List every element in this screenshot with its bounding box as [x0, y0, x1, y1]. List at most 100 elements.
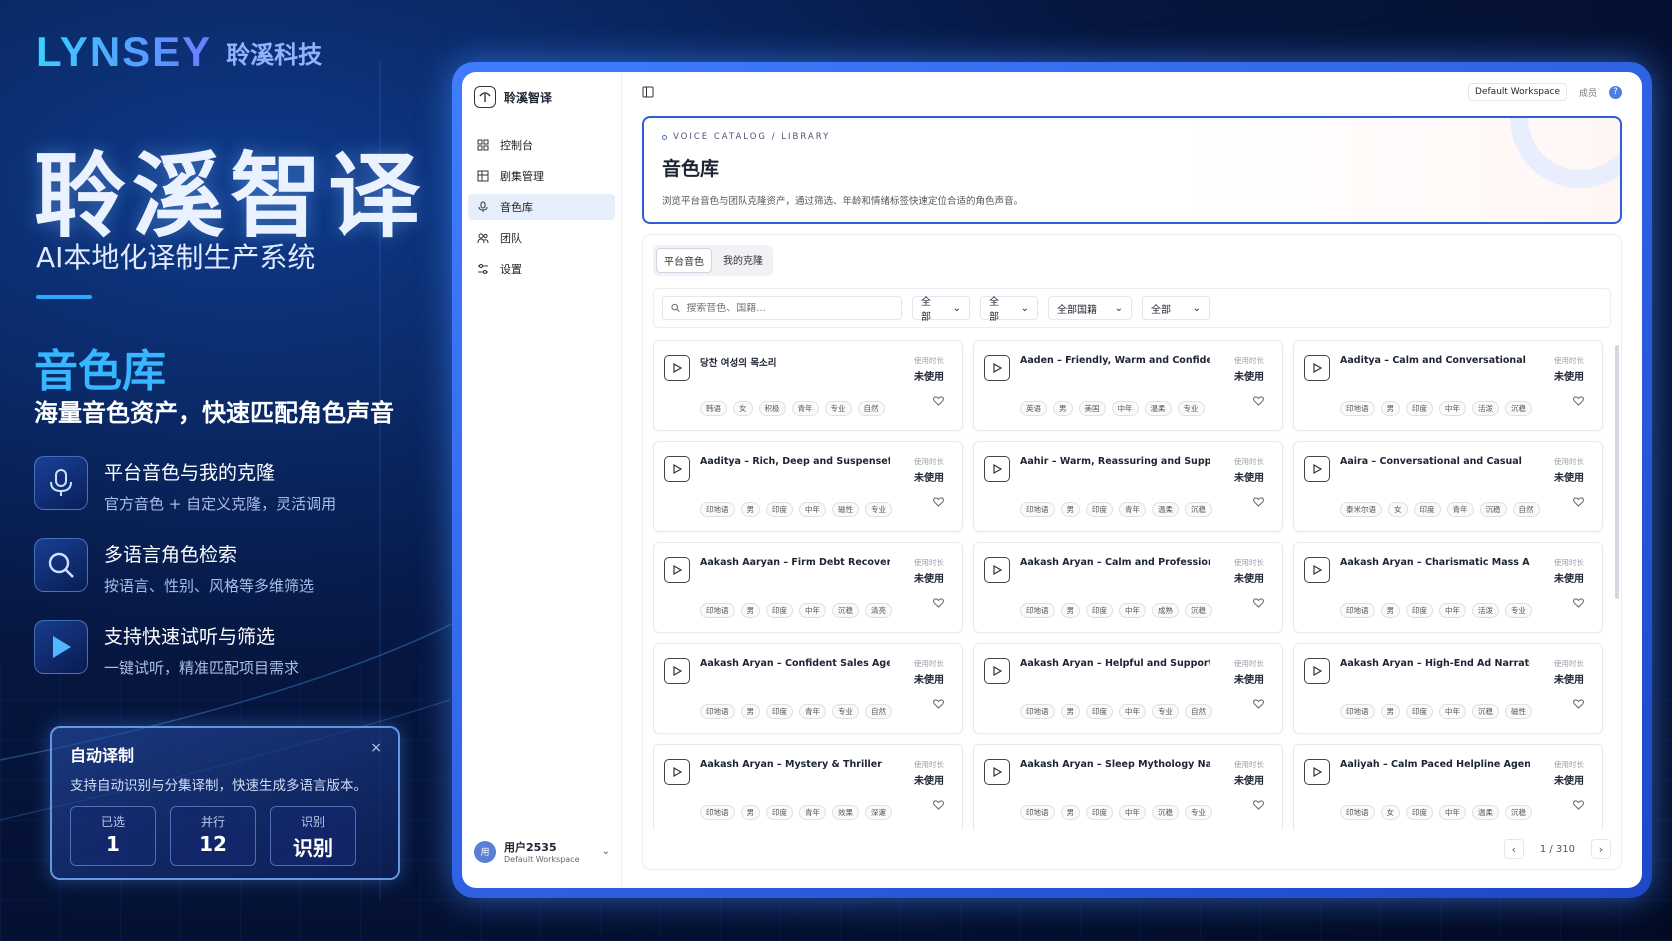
- voice-name: Aaira – Conversational and Casual: [1340, 456, 1522, 467]
- prev-page-button[interactable]: ‹: [1503, 839, 1524, 859]
- sidebar-item-dashboard[interactable]: 控制台: [468, 132, 615, 158]
- play-button[interactable]: [1304, 456, 1330, 482]
- favorite-button[interactable]: [1253, 492, 1264, 511]
- voice-name: Aakash Aryan – Charismatic Mass Ads: [1340, 557, 1530, 568]
- language-filter[interactable]: 全部 ⌄: [912, 296, 970, 323]
- voice-card[interactable]: Aakash Aryan – Confident Sales Agent 使用时…: [653, 643, 963, 734]
- voice-tag: 磁性: [832, 502, 859, 517]
- voice-card[interactable]: 당찬 여성의 목소리 使用时长 未使用 韩语女积极 青年 专业 自然: [653, 340, 963, 431]
- voice-card[interactable]: Aaditya – Rich, Deep and Suspenseful 使用时…: [653, 441, 963, 532]
- feature-desc: 官方音色 + 自定义克隆，灵活调用: [104, 495, 337, 513]
- voice-card[interactable]: Aakash Aryan – Calm and Professional 使用时…: [973, 542, 1283, 633]
- favorite-button[interactable]: [1253, 593, 1264, 612]
- heart-icon: [933, 699, 944, 709]
- sidebar-item-voice-library[interactable]: 音色库: [468, 194, 615, 220]
- tab-platform-voices[interactable]: 平台音色: [656, 248, 712, 273]
- voice-card[interactable]: Aakash Aryan – Sleep Mythology Narrator …: [973, 744, 1283, 830]
- voice-card[interactable]: Aakash Aaryan – Firm Debt Recovery 使用时长 …: [653, 542, 963, 633]
- sidebar-brand[interactable]: 聆溪智译: [462, 84, 621, 110]
- voice-tag: 积极: [758, 401, 786, 416]
- sidebar-toggle-icon[interactable]: [642, 83, 654, 102]
- play-icon: [1313, 666, 1322, 676]
- voice-card[interactable]: Aahir – Warm, Reassuring and Supportive …: [973, 441, 1283, 532]
- play-button[interactable]: [984, 658, 1010, 684]
- heart-icon: [1253, 396, 1264, 406]
- play-button[interactable]: [664, 658, 690, 684]
- play-button[interactable]: [984, 557, 1010, 583]
- voice-name: 당찬 여성의 목소리: [700, 358, 777, 369]
- voice-tag: 印地语: [1020, 502, 1055, 517]
- voice-tag: 男: [1060, 704, 1080, 719]
- favorite-button[interactable]: [933, 391, 944, 410]
- style-filter[interactable]: 全部 ⌄: [1142, 296, 1210, 320]
- voice-card[interactable]: Aaira – Conversational and Casual 使用时长 未…: [1293, 441, 1603, 532]
- play-button[interactable]: [664, 355, 690, 381]
- sidebar-item-settings[interactable]: 设置: [468, 256, 615, 282]
- favorite-button[interactable]: [933, 795, 944, 814]
- play-button[interactable]: [664, 557, 690, 583]
- favorite-button[interactable]: [933, 492, 944, 511]
- voice-tag: 印度: [766, 704, 793, 719]
- scrollbar[interactable]: [1615, 345, 1619, 599]
- favorite-button[interactable]: [1253, 795, 1264, 814]
- voice-tag: 成熟: [1152, 603, 1179, 618]
- sidebar-item-team[interactable]: 团队: [468, 225, 615, 251]
- play-button[interactable]: [1304, 759, 1330, 785]
- voice-card[interactable]: Aaliyah – Calm Paced Helpline Agent 使用时长…: [1293, 744, 1603, 830]
- favorite-button[interactable]: [1253, 391, 1264, 410]
- favorite-button[interactable]: [1253, 694, 1264, 713]
- voice-card[interactable]: Aakash Aryan – Charismatic Mass Ads 使用时长…: [1293, 542, 1603, 633]
- voice-tag: 美国: [1078, 401, 1106, 416]
- library-header-card: VOICE CATALOG / LIBRARY 音色库 浏览平台音色与团队克隆资…: [642, 116, 1622, 224]
- play-button[interactable]: [984, 355, 1010, 381]
- play-button[interactable]: [1304, 658, 1330, 684]
- search-input[interactable]: [686, 302, 893, 314]
- gender-filter[interactable]: 全部 ⌄: [980, 296, 1038, 323]
- close-icon[interactable]: ×: [370, 740, 382, 756]
- next-page-button[interactable]: ›: [1591, 839, 1611, 859]
- voice-tag: 男: [740, 805, 760, 820]
- voice-card[interactable]: Aakash Aryan – Helpful and Supportive 使用…: [973, 643, 1283, 734]
- workspace-switcher[interactable]: Default Workspace: [1468, 83, 1567, 101]
- voice-name: Aakash Aryan – Confident Sales Agent: [700, 658, 890, 669]
- voice-card[interactable]: Aakash Aryan – High-End Ad Narrator 使用时长…: [1293, 643, 1603, 734]
- favorite-button[interactable]: [933, 694, 944, 713]
- nationality-filter[interactable]: 全部国籍 ⌄: [1048, 296, 1132, 320]
- play-button[interactable]: [1304, 355, 1330, 381]
- usage-value: 未使用: [914, 675, 944, 686]
- voice-name: Aaditya – Rich, Deep and Suspenseful: [700, 456, 890, 467]
- tab-my-clones[interactable]: 我的克隆: [716, 248, 770, 273]
- voice-tags: 印地语女印度 中年 温柔 沉稳: [1340, 805, 1532, 820]
- app-window-frame: 聆溪智译 控制台 剧集管理 音色库 团队 设置 用 用户2535 Default…: [452, 62, 1652, 898]
- feature-title: 平台音色与我的克隆: [104, 462, 276, 484]
- voice-tag: 青年: [799, 704, 826, 719]
- play-button[interactable]: [984, 759, 1010, 785]
- voice-card[interactable]: Aakash Aryan – Mystery & Thriller 使用时长 未…: [653, 744, 963, 830]
- voice-tag: 印度: [1406, 401, 1433, 416]
- heart-icon: [933, 800, 944, 810]
- play-button[interactable]: [664, 759, 690, 785]
- favorite-button[interactable]: [933, 593, 944, 612]
- user-menu[interactable]: 用 用户2535 Default Workspace ⌄: [474, 839, 610, 864]
- members-link[interactable]: 成员: [1579, 86, 1597, 99]
- sidebar-item-episodes[interactable]: 剧集管理: [468, 163, 615, 189]
- auto-dubbing-card: 自动译制 × 支持自动识别与分集译制，快速生成多语言版本。 已选 1 并行 12…: [50, 726, 400, 880]
- heart-icon: [1573, 396, 1584, 406]
- voice-card[interactable]: Aaditya – Calm and Conversational 使用时长 未…: [1293, 340, 1603, 431]
- search-icon: [34, 538, 88, 592]
- play-icon: [1313, 464, 1322, 474]
- favorite-button[interactable]: [1573, 593, 1584, 612]
- favorite-button[interactable]: [1573, 492, 1584, 511]
- voice-tags: 印地语男印度 中年 沉稳 专业: [1020, 805, 1212, 820]
- play-button[interactable]: [984, 456, 1010, 482]
- voice-tag: 印度: [766, 603, 793, 618]
- voice-name: Aahir – Warm, Reassuring and Supportive: [1020, 456, 1210, 467]
- voice-card[interactable]: Aaden – Friendly, Warm and Confident 使用时…: [973, 340, 1283, 431]
- favorite-button[interactable]: [1573, 694, 1584, 713]
- help-icon[interactable]: ?: [1609, 85, 1622, 99]
- breadcrumb-text: VOICE CATALOG / LIBRARY: [673, 132, 831, 142]
- favorite-button[interactable]: [1573, 391, 1584, 410]
- play-button[interactable]: [1304, 557, 1330, 583]
- favorite-button[interactable]: [1573, 795, 1584, 814]
- play-button[interactable]: [664, 456, 690, 482]
